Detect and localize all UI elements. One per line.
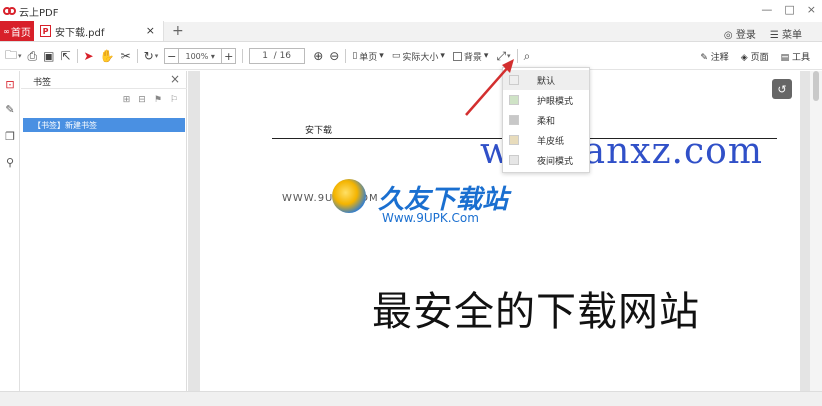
tab-home[interactable]: ∞ 首页 [0,21,34,41]
new-tab-button[interactable]: + [172,21,184,41]
watermark-logo: WWW.9UPK.COM 久友下载站 Www.9UPK.Com [282,179,512,229]
menu-icon: ☰ [769,30,779,41]
hand-tool-icon[interactable]: ✋ [100,49,115,63]
page-button[interactable]: ◈ 页面 [741,50,769,63]
add-bookmark-icon[interactable]: ⊞ [123,95,131,105]
bookmark-icon[interactable]: ⚑ [154,95,162,105]
toolbox-icon: ▤ [780,53,790,63]
maximize-button[interactable]: □ [784,3,794,16]
panel-title: 书签 [33,78,52,88]
delete-bookmark-icon[interactable]: ⚐ [170,95,178,105]
status-bar [0,391,822,406]
bookmark-panel-icon[interactable]: ⊡ [4,79,16,91]
tab-close-button[interactable]: × [146,24,155,37]
tab-home-label: 首页 [10,27,31,39]
open-folder-icon[interactable]: 🗀 [5,46,17,67]
save-icon[interactable]: ▣ [43,49,54,63]
single-page-button[interactable]: ▯ 单页 ▾ [352,50,384,63]
document-main-text: 最安全的下载网站 [372,289,700,335]
toolbar-divider [76,49,78,63]
search-panel-icon[interactable]: ⚲ [4,157,16,169]
tools-button[interactable]: ▤ 工具 [781,50,810,63]
tab-document-label: 安下载.pdf [55,27,105,39]
minimize-button[interactable]: — [761,3,772,16]
zoom-value[interactable]: 100% ▾ [178,48,223,64]
tab-document[interactable]: P 安下载.pdf × [34,21,164,41]
pen-icon: ✎ [700,53,708,63]
panel-divider [21,88,187,89]
thumbnail-panel-icon[interactable]: ❐ [4,131,16,143]
actual-size-icon: ▭ [391,51,401,61]
layers-icon: ◈ [740,53,748,63]
annotate-button[interactable]: ✎ 注释 [700,50,728,63]
toolbar-divider [242,49,244,63]
app-logo-icon [3,6,17,16]
rotate-icon[interactable]: ↻ [144,49,154,63]
scrollbar-thumb[interactable] [813,71,819,101]
panel-close-button[interactable]: × [170,72,180,86]
tab-bar: ∞ 首页 P 安下载.pdf × + ◎ 登录 ☰ 菜单 [0,21,822,42]
page-number-input[interactable]: 1 / 16 [249,48,306,64]
bookmark-list-item[interactable]: 【书签】新建书签 [23,118,185,132]
close-window-button[interactable]: × [807,3,816,16]
actual-size-button[interactable]: ▭ 实际大小 ▾ [392,50,445,63]
add-child-bookmark-icon[interactable]: ⊟ [138,95,146,105]
toolbar-divider [136,49,138,63]
menu-button[interactable]: ☰ 菜单 [770,26,802,41]
next-page-icon[interactable]: ⊖ [329,49,339,63]
watermark-subtitle: Www.9UPK.Com [382,211,479,225]
user-icon: ◎ [723,30,733,41]
cut-icon[interactable]: ✂ [121,49,131,63]
open-dropdown-icon[interactable]: ▾ [18,52,22,60]
app-logo: 云上PDF [3,4,58,19]
home-logo-icon: ∞ [3,26,10,36]
side-rail: ⊡ ✎ ❐ ⚲ [0,71,20,391]
share-icon[interactable]: ⇱ [60,49,70,63]
rotate-dropdown-icon[interactable]: ▾ [155,52,159,60]
previous-page-icon[interactable]: ⊕ [313,49,323,63]
select-cursor-icon[interactable]: ➤ [84,49,94,63]
bookmark-panel: 书签 × ⊞ ⊟ ⚑ ⚐ 【书签】新建书签 [21,71,187,391]
zoom-control: − 100% ▾ + [164,48,237,64]
app-name: 云上PDF [19,7,59,19]
print-icon[interactable]: ⎙ [28,49,38,64]
annotation-panel-icon[interactable]: ✎ [4,104,16,116]
login-button[interactable]: ◎ 登录 [724,26,756,41]
swatch-night [509,155,519,165]
annotation-arrow [465,59,514,116]
toolbar-divider [345,49,347,63]
background-option-parchment[interactable]: 羊皮纸 [503,130,589,150]
document-header-text: 安下载 [305,126,333,136]
zoom-in-button[interactable]: + [222,50,235,63]
single-page-icon: ▯ [352,51,358,61]
pdf-file-icon: P [40,25,51,37]
zoom-out-button[interactable]: − [165,50,178,63]
background-option-night[interactable]: 夜间模式 [503,150,589,170]
main-toolbar: 🗀 ▾ ⎙ ▣ ⇱ ➤ ✋ ✂ ↻ ▾ − 100% ▾ + 1 / 16 ⊕ … [0,43,822,70]
swatch-parchment [509,135,519,145]
vertical-scrollbar[interactable] [810,71,822,391]
search-icon[interactable]: ⌕ [524,49,531,64]
history-icon[interactable]: ↺ [772,79,792,99]
watermark-globe-icon [332,179,366,213]
title-bar: 云上PDF — □ × [0,0,822,22]
